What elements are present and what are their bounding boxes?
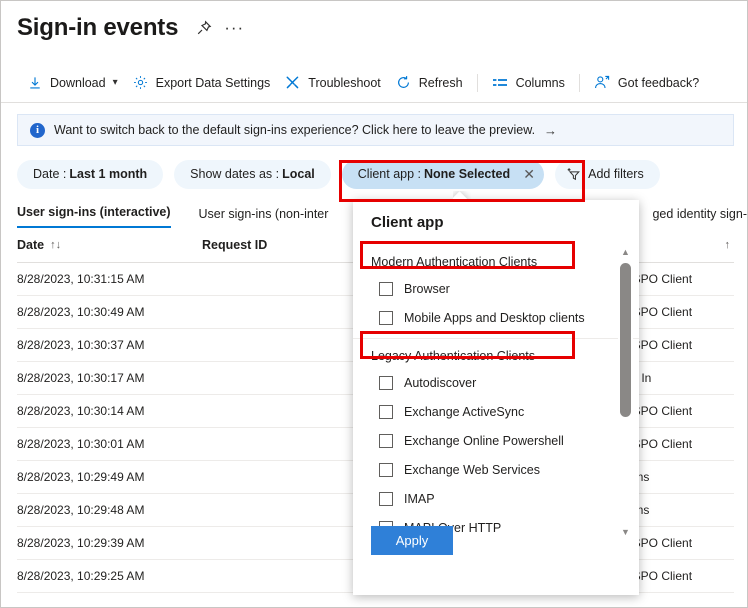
sort-updown-icon[interactable]: ↑↓ [50, 239, 61, 251]
client-app-option-label: Exchange Online Powershell [404, 434, 564, 448]
filter-pill-date-label: Date : [33, 167, 66, 181]
arrow-right-icon[interactable]: → [544, 123, 557, 138]
filter-pill-show-dates-as-label: Show dates as : [190, 167, 279, 181]
checkbox-icon[interactable] [379, 463, 393, 477]
refresh-icon [395, 74, 412, 91]
cell-date: 8/28/2023, 10:29:48 AM [17, 503, 202, 517]
columns-button[interactable]: Columns [485, 68, 572, 98]
add-filter-icon [567, 167, 582, 181]
client-app-option[interactable]: Browser [353, 274, 639, 303]
checkbox-icon[interactable] [379, 492, 393, 506]
client-app-option[interactable]: Exchange Web Services [353, 455, 639, 484]
wrench-icon [284, 74, 301, 91]
cell-date: 8/28/2023, 10:29:49 AM [17, 470, 202, 484]
command-bar: Download ▾ Export Data Settings Troubles… [1, 63, 747, 103]
client-app-options-list[interactable]: Modern Authentication Clients Browser Mob… [353, 245, 639, 537]
popup-title: Client app [353, 200, 639, 231]
legacy-authentication-clients-options: Autodiscover Exchange ActiveSync Exchange … [353, 368, 639, 537]
apply-button-container: Apply [371, 526, 453, 555]
cell-date: 8/28/2023, 10:29:39 AM [17, 536, 202, 550]
cell-date: 8/28/2023, 10:29:25 AM [17, 569, 202, 583]
got-feedback-label: Got feedback? [618, 76, 699, 90]
toolbar-divider-2 [579, 74, 580, 92]
filter-pill-row: Date : Last 1 month Show dates as : Loca… [17, 159, 747, 189]
client-app-option[interactable]: Mobile Apps and Desktop clients [353, 303, 639, 332]
preview-banner[interactable]: i Want to switch back to the default sig… [17, 114, 734, 146]
close-icon[interactable]: ✕ [522, 169, 536, 179]
checkbox-icon[interactable] [379, 282, 393, 296]
client-app-filter-pill[interactable]: Client app : None Selected ✕ [342, 160, 544, 189]
cell-date: 8/28/2023, 10:30:17 AM [17, 371, 202, 385]
refresh-button[interactable]: Refresh [388, 68, 470, 98]
download-icon [26, 74, 43, 91]
export-data-settings-button[interactable]: Export Data Settings [125, 68, 278, 98]
scroll-down-arrow-icon[interactable]: ▼ [619, 527, 632, 537]
pin-icon[interactable] [194, 18, 214, 38]
tab-user-signins-interactive[interactable]: User sign-ins (interactive) [17, 205, 171, 228]
client-app-option-label: Browser [404, 282, 450, 296]
modern-authentication-clients-options: Browser Mobile Apps and Desktop clients [353, 274, 639, 332]
filter-pill-client-app-value: None Selected [424, 167, 510, 181]
add-filters-label: Add filters [588, 167, 644, 181]
preview-banner-text: Want to switch back to the default sign-… [54, 123, 535, 137]
column-header-date[interactable]: Date ↑↓ [17, 238, 202, 252]
tab-user-signins-non-interactive[interactable]: User sign-ins (non-inter [199, 207, 329, 228]
more-options-icon[interactable]: ··· [224, 23, 244, 33]
cell-date: 8/28/2023, 10:30:14 AM [17, 404, 202, 418]
filter-pill-date-value: Last 1 month [69, 167, 147, 181]
cell-date: 8/28/2023, 10:30:01 AM [17, 437, 202, 451]
modern-authentication-clients-heading: Modern Authentication Clients [353, 245, 639, 274]
tab-managed-identity-signins[interactable]: ged identity sign- [652, 207, 747, 228]
gear-icon [132, 74, 149, 91]
chevron-down-icon[interactable]: ▾ [113, 77, 118, 88]
client-app-option-label: Autodiscover [404, 376, 476, 390]
export-data-settings-label: Export Data Settings [156, 76, 271, 90]
client-app-option[interactable]: Exchange ActiveSync [353, 397, 639, 426]
troubleshoot-label: Troubleshoot [308, 76, 381, 90]
download-button[interactable]: Download ▾ [19, 68, 125, 98]
legacy-authentication-clients-heading: Legacy Authentication Clients [353, 338, 639, 368]
cell-date: 8/28/2023, 10:30:49 AM [17, 305, 202, 319]
info-icon: i [30, 123, 45, 138]
client-app-option[interactable]: IMAP [353, 484, 639, 513]
scroll-up-arrow-icon[interactable]: ▲ [619, 247, 632, 257]
refresh-label: Refresh [419, 76, 463, 90]
app-window: Sign-in events ··· Download ▾ [0, 0, 748, 608]
download-label: Download [50, 76, 106, 90]
apply-button[interactable]: Apply [371, 526, 453, 555]
filter-pill-date[interactable]: Date : Last 1 month [17, 160, 163, 189]
troubleshoot-button[interactable]: Troubleshoot [277, 68, 388, 98]
sort-up-icon[interactable]: ↑ [725, 239, 731, 251]
page-title: Sign-in events [17, 13, 178, 43]
client-app-option[interactable]: Exchange Online Powershell [353, 426, 639, 455]
checkbox-icon[interactable] [379, 311, 393, 325]
filter-pill-client-app-label: Client app : [358, 167, 421, 181]
page-header: Sign-in events ··· [1, 1, 747, 45]
filter-pill-show-dates-as[interactable]: Show dates as : Local [174, 160, 331, 189]
client-app-option-label: Mobile Apps and Desktop clients [404, 311, 585, 325]
column-header-date-label: Date [17, 238, 44, 252]
client-app-filter-popup: Client app Modern Authentication Clients… [353, 200, 639, 595]
toolbar-divider [477, 74, 478, 92]
cell-date: 8/28/2023, 10:31:15 AM [17, 272, 202, 286]
checkbox-icon[interactable] [379, 376, 393, 390]
filter-pill-show-dates-as-value: Local [282, 167, 315, 181]
add-filters-button[interactable]: Add filters [555, 160, 660, 189]
columns-label: Columns [516, 76, 565, 90]
client-app-option-label: Exchange ActiveSync [404, 405, 524, 419]
checkbox-icon[interactable] [379, 405, 393, 419]
cell-date: 8/28/2023, 10:30:37 AM [17, 338, 202, 352]
popup-caret [453, 191, 471, 200]
popup-scrollbar[interactable]: ▲ ▼ [618, 247, 633, 537]
client-app-option-label: Exchange Web Services [404, 463, 540, 477]
checkbox-icon[interactable] [379, 434, 393, 448]
feedback-icon [594, 74, 611, 91]
client-app-option-label: IMAP [404, 492, 435, 506]
client-app-option[interactable]: Autodiscover [353, 368, 639, 397]
got-feedback-button[interactable]: Got feedback? [587, 68, 706, 98]
columns-icon [492, 74, 509, 91]
scrollbar-thumb[interactable] [620, 263, 631, 417]
